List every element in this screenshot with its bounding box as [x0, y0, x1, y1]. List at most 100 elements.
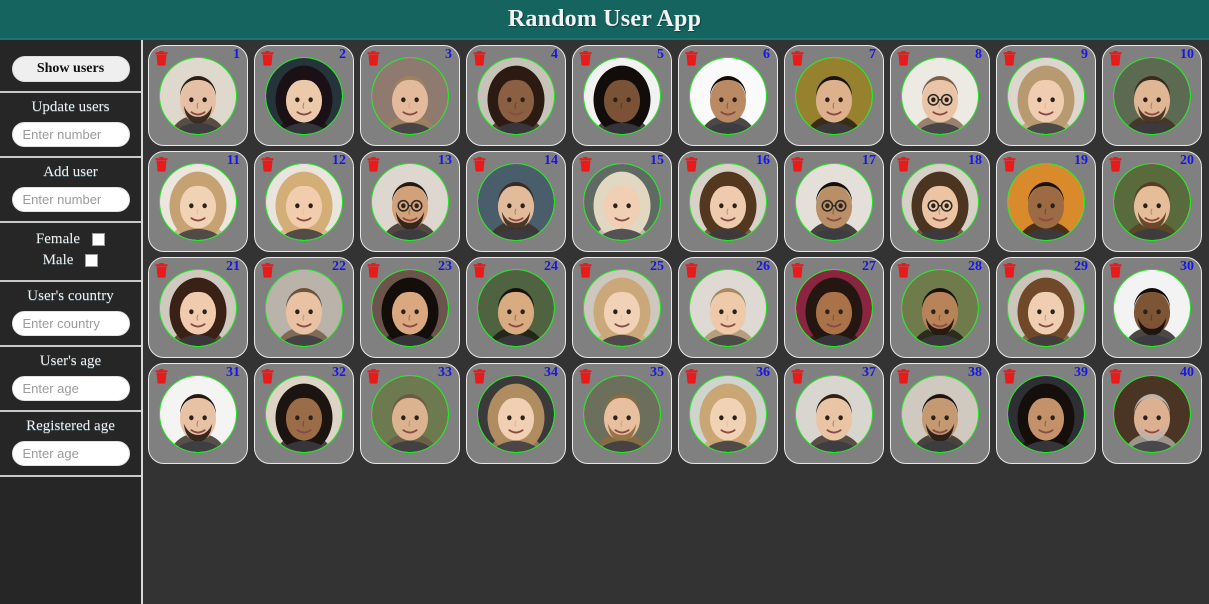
user-card[interactable]: 38	[890, 363, 990, 464]
user-avatar[interactable]	[159, 56, 237, 135]
delete-user-icon[interactable]	[685, 369, 698, 384]
user-card[interactable]: 7	[784, 45, 884, 146]
delete-user-icon[interactable]	[579, 51, 592, 66]
user-card[interactable]: 1	[148, 45, 248, 146]
delete-user-icon[interactable]	[1109, 369, 1122, 384]
delete-user-icon[interactable]	[1003, 157, 1016, 172]
delete-user-icon[interactable]	[367, 51, 380, 66]
user-avatar[interactable]	[477, 162, 555, 241]
delete-user-icon[interactable]	[261, 369, 274, 384]
user-card[interactable]: 13	[360, 151, 460, 252]
user-avatar[interactable]	[901, 374, 979, 453]
delete-user-icon[interactable]	[897, 51, 910, 66]
delete-user-icon[interactable]	[685, 263, 698, 278]
delete-user-icon[interactable]	[791, 369, 804, 384]
user-avatar[interactable]	[1113, 268, 1191, 347]
user-avatar[interactable]	[689, 162, 767, 241]
delete-user-icon[interactable]	[261, 263, 274, 278]
user-card[interactable]: 6	[678, 45, 778, 146]
age-input[interactable]	[11, 376, 130, 401]
delete-user-icon[interactable]	[155, 263, 168, 278]
user-avatar[interactable]	[159, 162, 237, 241]
delete-user-icon[interactable]	[155, 369, 168, 384]
delete-user-icon[interactable]	[1109, 157, 1122, 172]
user-avatar[interactable]	[795, 56, 873, 135]
user-card[interactable]: 24	[466, 257, 566, 358]
delete-user-icon[interactable]	[1109, 51, 1122, 66]
user-avatar[interactable]	[583, 374, 661, 453]
user-avatar[interactable]	[689, 56, 767, 135]
user-avatar[interactable]	[371, 374, 449, 453]
female-checkbox[interactable]	[92, 233, 106, 246]
delete-user-icon[interactable]	[897, 369, 910, 384]
delete-user-icon[interactable]	[579, 157, 592, 172]
user-avatar[interactable]	[1113, 374, 1191, 453]
user-avatar[interactable]	[477, 268, 555, 347]
user-avatar[interactable]	[1113, 56, 1191, 135]
user-avatar[interactable]	[159, 268, 237, 347]
delete-user-icon[interactable]	[1003, 369, 1016, 384]
delete-user-icon[interactable]	[579, 369, 592, 384]
delete-user-icon[interactable]	[367, 263, 380, 278]
user-avatar[interactable]	[583, 162, 661, 241]
user-card[interactable]: 31	[148, 363, 248, 464]
country-input[interactable]	[11, 311, 130, 336]
delete-user-icon[interactable]	[367, 157, 380, 172]
user-avatar[interactable]	[583, 268, 661, 347]
user-card[interactable]: 28	[890, 257, 990, 358]
user-card[interactable]: 27	[784, 257, 884, 358]
user-card[interactable]: 5	[572, 45, 672, 146]
user-avatar[interactable]	[689, 268, 767, 347]
user-avatar[interactable]	[1007, 56, 1085, 135]
user-card[interactable]: 16	[678, 151, 778, 252]
delete-user-icon[interactable]	[473, 369, 486, 384]
delete-user-icon[interactable]	[1003, 263, 1016, 278]
user-avatar[interactable]	[583, 56, 661, 135]
user-card[interactable]: 21	[148, 257, 248, 358]
male-checkbox[interactable]	[85, 254, 99, 267]
user-card[interactable]: 9	[996, 45, 1096, 146]
user-avatar[interactable]	[1007, 268, 1085, 347]
user-avatar[interactable]	[795, 162, 873, 241]
user-card[interactable]: 17	[784, 151, 884, 252]
user-card[interactable]: 23	[360, 257, 460, 358]
show-users-button[interactable]: Show users	[11, 56, 130, 82]
user-card[interactable]: 4	[466, 45, 566, 146]
user-card[interactable]: 25	[572, 257, 672, 358]
delete-user-icon[interactable]	[473, 51, 486, 66]
user-avatar[interactable]	[901, 162, 979, 241]
user-card[interactable]: 36	[678, 363, 778, 464]
user-avatar[interactable]	[371, 162, 449, 241]
delete-user-icon[interactable]	[791, 51, 804, 66]
user-card[interactable]: 12	[254, 151, 354, 252]
user-card[interactable]: 40	[1102, 363, 1202, 464]
delete-user-icon[interactable]	[473, 157, 486, 172]
delete-user-icon[interactable]	[367, 369, 380, 384]
user-avatar[interactable]	[795, 374, 873, 453]
user-avatar[interactable]	[265, 162, 343, 241]
delete-user-icon[interactable]	[579, 263, 592, 278]
user-avatar[interactable]	[795, 268, 873, 347]
user-card[interactable]: 18	[890, 151, 990, 252]
user-card[interactable]: 19	[996, 151, 1096, 252]
user-card[interactable]: 2	[254, 45, 354, 146]
user-avatar[interactable]	[1007, 162, 1085, 241]
user-card[interactable]: 22	[254, 257, 354, 358]
user-card[interactable]: 34	[466, 363, 566, 464]
delete-user-icon[interactable]	[155, 157, 168, 172]
user-avatar[interactable]	[901, 268, 979, 347]
delete-user-icon[interactable]	[685, 51, 698, 66]
user-card[interactable]: 26	[678, 257, 778, 358]
user-card[interactable]: 15	[572, 151, 672, 252]
user-avatar[interactable]	[371, 268, 449, 347]
user-avatar[interactable]	[371, 56, 449, 135]
user-avatar[interactable]	[265, 268, 343, 347]
user-avatar[interactable]	[901, 56, 979, 135]
user-card[interactable]: 33	[360, 363, 460, 464]
user-card[interactable]: 14	[466, 151, 566, 252]
delete-user-icon[interactable]	[473, 263, 486, 278]
user-avatar[interactable]	[1113, 162, 1191, 241]
registered-age-input[interactable]	[11, 441, 130, 466]
user-card[interactable]: 32	[254, 363, 354, 464]
user-card[interactable]: 8	[890, 45, 990, 146]
